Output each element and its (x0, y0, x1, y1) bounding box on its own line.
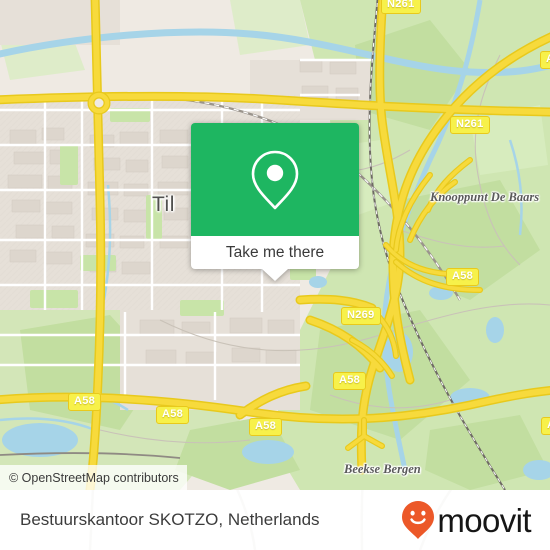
road-shield: A (540, 51, 550, 69)
take-me-there-label: Take me there (225, 243, 325, 261)
moovit-smiling-pin-icon (402, 501, 435, 539)
road-shield: A58 (156, 406, 190, 424)
location-popup-card[interactable]: Take me there (191, 123, 359, 281)
road-shield: A58 (541, 417, 550, 435)
moovit-map-page: N261 N261 A A58 N269 A58 A58 A58 A58 A58… (0, 0, 550, 550)
road-shield: A58 (333, 372, 367, 390)
place-label-beekse-bergen: Beekse Bergen (344, 462, 421, 476)
road-shield: A58 (68, 393, 102, 411)
road-shield: A58 (446, 268, 480, 286)
page-footer: Bestuurskantoor SKOTZO, Netherlands moov… (0, 490, 550, 550)
place-label-knooppunt-de-baars: Knooppunt De Baars (430, 190, 540, 204)
road-shield: N269 (341, 307, 381, 325)
road-shield: N261 (450, 116, 490, 134)
map-canvas[interactable]: N261 N261 A A58 N269 A58 A58 A58 A58 A58… (0, 0, 550, 490)
popup-tail-pointer (262, 269, 288, 281)
road-shield: N261 (381, 0, 421, 14)
location-pin-icon (251, 150, 299, 209)
location-title: Bestuurskantoor SKOTZO, Netherlands (20, 510, 320, 529)
take-me-there-button[interactable]: Take me there (191, 236, 359, 269)
moovit-wordmark: moovit (437, 501, 531, 539)
popup-header (191, 123, 359, 236)
attribution-text: © OpenStreetMap contributors (9, 470, 179, 485)
road-shield: A58 (249, 418, 283, 436)
map-attribution[interactable]: © OpenStreetMap contributors (0, 465, 187, 490)
city-label-tilburg: Til (152, 193, 175, 216)
moovit-brand[interactable]: moovit (401, 500, 532, 540)
